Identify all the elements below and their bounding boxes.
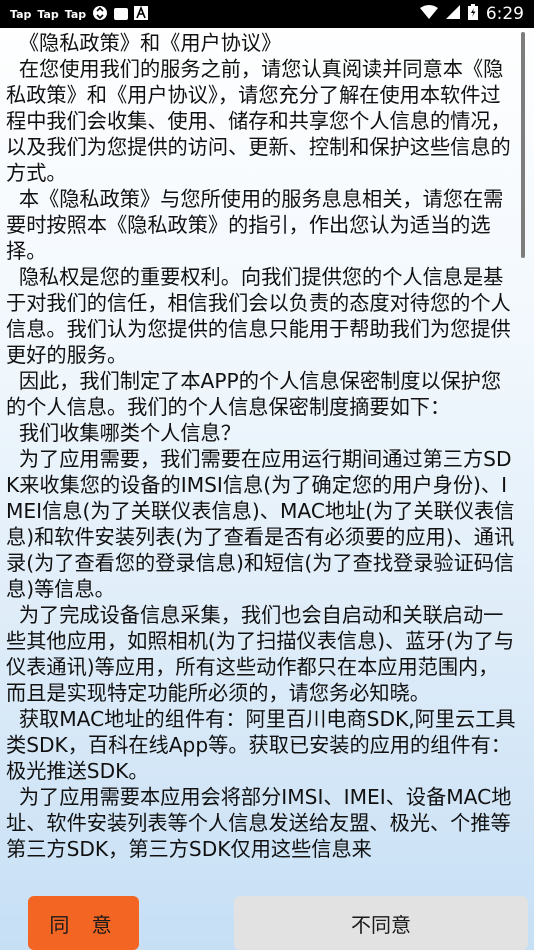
policy-paragraph: 《隐私政策》和《用户协议》: [6, 31, 282, 55]
policy-paragraph: 获取MAC地址的组件有：阿里百川电商SDK,阿里云工具类SDK，百科在线App等…: [6, 707, 516, 783]
privacy-policy-text[interactable]: 《隐私政策》和《用户协议》 在您使用我们的服务之前，请您认真阅读并同意本《隐私政…: [6, 30, 518, 898]
notification-app-3: Tap: [64, 7, 87, 21]
status-bar: Tap Tap Tap 6:29: [0, 0, 534, 28]
sync-icon: [92, 5, 108, 24]
policy-paragraph: 为了应用需要，我们需要在应用运行期间通过第三方SDK来收集您的设备的IMSI信息…: [6, 447, 515, 601]
scrollbar[interactable]: [521, 32, 525, 258]
policy-paragraph: 我们收集哪类个人信息？: [6, 421, 241, 445]
policy-paragraph: 隐私权是您的重要权利。向我们提供您的个人信息是基于对我们的信任，相信我们会以负责…: [6, 265, 511, 367]
policy-paragraph: 为了完成设备信息采集，我们也会自启动和关联启动一些其他应用，如照相机(为了扫描仪…: [6, 603, 515, 705]
clock: 6:29: [485, 4, 524, 24]
policy-paragraph: 本《隐私政策》与您所使用的服务息息相关，请您在需要时按照本《隐私政策》的指引，作…: [6, 187, 504, 263]
a-icon: [134, 5, 149, 23]
battery-icon: [467, 3, 478, 25]
status-notifications: Tap Tap Tap: [10, 5, 149, 24]
wifi-icon: [419, 4, 438, 24]
notification-app-1: Tap: [10, 7, 32, 21]
policy-paragraph: 为了应用需要本应用会将部分IMSI、IMEI、设备MAC地址、软件安装列表等个人…: [6, 785, 512, 861]
signal-icon: [445, 4, 460, 24]
policy-paragraph: 在您使用我们的服务之前，请您认真阅读并同意本《隐私政策》和《用户协议》，请您充分…: [6, 57, 511, 185]
disagree-button[interactable]: 不同意: [234, 896, 528, 950]
agree-button[interactable]: 同 意: [28, 896, 139, 950]
policy-paragraph: 因此，我们制定了本APP的个人信息保密制度以保护您的个人信息。我们的个人信息保密…: [6, 369, 502, 419]
message-icon: [114, 8, 129, 20]
notification-app-2: Tap: [37, 7, 59, 21]
status-system: 6:29: [419, 3, 524, 25]
